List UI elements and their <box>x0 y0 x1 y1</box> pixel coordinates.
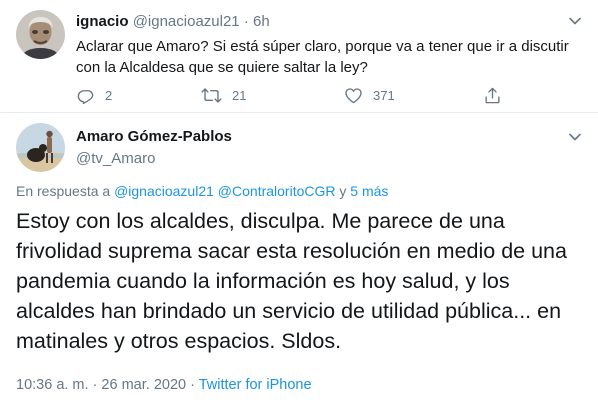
share-button[interactable] <box>483 84 502 106</box>
chevron-down-icon[interactable] <box>568 14 582 28</box>
replying-joiner: y <box>339 183 347 199</box>
reply-icon <box>76 86 95 105</box>
tweet-actions: 2 21 371 <box>76 84 516 106</box>
retweet-count: 21 <box>232 87 247 103</box>
like-icon <box>344 86 363 105</box>
user-handle[interactable]: @tv_Amaro <box>76 150 155 167</box>
tweet-header: ignacio @ignacioazul21 · 6h <box>76 13 270 30</box>
avatar[interactable] <box>16 123 65 172</box>
parent-tweet[interactable]: ignacio @ignacioazul21 · 6h Aclarar que … <box>0 0 598 112</box>
separator-dot: · <box>243 13 249 30</box>
tweet-text: Aclarar que Amaro? Si está súper claro, … <box>76 38 569 76</box>
replying-user-link[interactable]: @ContraloritoCGR <box>218 183 336 199</box>
separator-dot: · <box>190 377 195 393</box>
user-handle[interactable]: @ignacioazul21 <box>133 13 240 30</box>
reply-button[interactable]: 2 <box>76 84 112 106</box>
share-icon <box>483 86 502 105</box>
tweet-timestamp[interactable]: 10:36 a. m. · 26 mar. 2020 <box>16 377 186 393</box>
replying-user-link[interactable]: @ignacioazul21 <box>114 183 214 199</box>
display-name[interactable]: Amaro Gómez-Pablos <box>76 128 232 145</box>
replying-prefix: En respuesta a <box>16 183 111 199</box>
display-name[interactable]: ignacio <box>76 13 129 30</box>
tweet-metadata: 10:36 a. m. · 26 mar. 2020 · Twitter for… <box>16 377 312 393</box>
retweet-button[interactable]: 21 <box>201 84 246 106</box>
divider <box>0 112 598 113</box>
tweet-text: Estoy con los alcaldes, disculpa. Me par… <box>16 209 567 353</box>
replying-more-link[interactable]: 5 más <box>350 183 388 199</box>
like-count: 371 <box>373 87 395 103</box>
tweet-time[interactable]: 6h <box>253 13 270 30</box>
tweet-source-link[interactable]: Twitter for iPhone <box>199 377 312 393</box>
avatar[interactable] <box>16 10 65 59</box>
retweet-icon <box>201 86 222 105</box>
chevron-down-icon[interactable] <box>568 130 582 144</box>
reply-count: 2 <box>105 87 113 103</box>
replying-to: En respuesta a @ignacioazul21 @Contralor… <box>16 183 388 199</box>
like-button[interactable]: 371 <box>344 84 395 106</box>
